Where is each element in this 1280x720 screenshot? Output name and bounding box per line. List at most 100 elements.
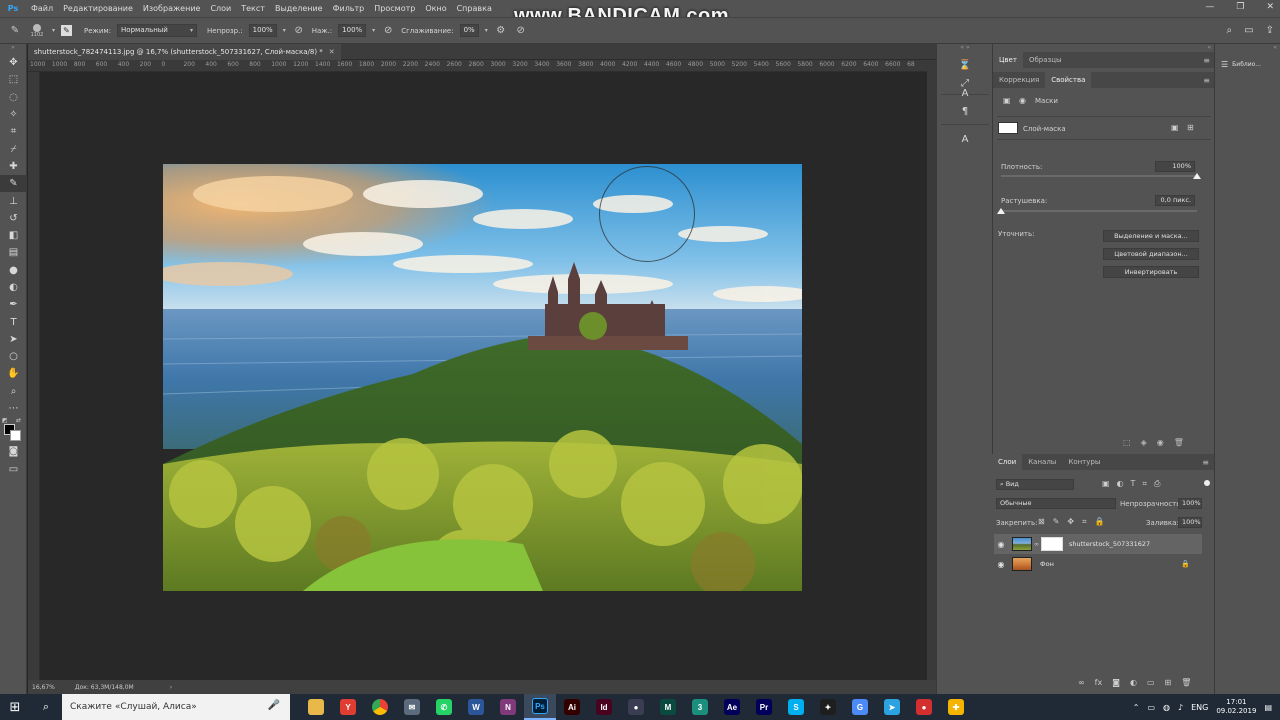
- lock-artboard-icon[interactable]: ⌗: [1082, 517, 1087, 527]
- filter-adjustment-icon[interactable]: ◐: [1117, 479, 1124, 489]
- filter-shape-icon[interactable]: ⌗: [1142, 479, 1147, 489]
- filter-toggle[interactable]: [1204, 480, 1210, 486]
- language-indicator[interactable]: ENG: [1191, 703, 1208, 712]
- menu-edit[interactable]: Редактирование: [58, 4, 138, 13]
- visibility-eye-icon[interactable]: ◉: [994, 540, 1008, 549]
- mode-select[interactable]: Нормальный ▾: [117, 24, 198, 37]
- libraries-button[interactable]: ☰ Библио...: [1221, 60, 1261, 69]
- tab-swatches[interactable]: Образцы: [1023, 52, 1068, 68]
- layer-mask-thumbnail[interactable]: [1041, 537, 1063, 551]
- type-tool-icon[interactable]: T: [0, 313, 27, 330]
- airbrush-icon[interactable]: ⊘: [381, 24, 395, 38]
- delete-mask-icon[interactable]: 🗑: [1174, 438, 1184, 447]
- layer-opacity-input[interactable]: 100%: [1178, 498, 1202, 509]
- vertical-scrollbar[interactable]: [927, 60, 936, 680]
- feather-slider-thumb[interactable]: [997, 208, 1005, 214]
- menu-help[interactable]: Справка: [452, 4, 497, 13]
- add-vector-mask-icon[interactable]: ⊞: [1187, 123, 1194, 132]
- visibility-eye-icon[interactable]: ◉: [1157, 438, 1164, 447]
- taskbar-app-yandex[interactable]: Y: [332, 694, 364, 720]
- hand-tool-icon[interactable]: ✋: [0, 365, 27, 382]
- dock-collapse-icon[interactable]: « »: [937, 44, 993, 52]
- menu-layers[interactable]: Слои: [205, 4, 236, 13]
- character-panel-icon[interactable]: A: [937, 84, 993, 102]
- panel-collapse-icon[interactable]: «: [993, 44, 1215, 52]
- blend-mode-select[interactable]: Обычные: [996, 498, 1116, 509]
- smoothing-input[interactable]: 0%: [459, 24, 479, 37]
- pressure-opacity-icon[interactable]: ⊘: [292, 24, 306, 38]
- tab-channels[interactable]: Каналы: [1022, 454, 1062, 470]
- taskbar-app-word[interactable]: W: [460, 694, 492, 720]
- menu-select[interactable]: Выделение: [270, 4, 328, 13]
- apply-mask-icon[interactable]: ◈: [1141, 438, 1147, 447]
- lasso-tool-icon[interactable]: ◌: [0, 89, 27, 106]
- dodge-tool-icon[interactable]: ◐: [0, 279, 27, 296]
- share-icon[interactable]: ⇪: [1266, 25, 1274, 36]
- taskbar-app-explorer[interactable]: [300, 694, 332, 720]
- maximize-button[interactable]: ❐: [1236, 2, 1244, 12]
- zoom-tool-icon[interactable]: ⌕: [0, 383, 27, 400]
- vector-mask-icon[interactable]: ◉: [1019, 96, 1026, 105]
- lock-transparency-icon[interactable]: ⊠: [1038, 517, 1045, 527]
- brush-tool-icon[interactable]: ✎: [8, 24, 22, 38]
- chevron-down-icon[interactable]: ▾: [485, 27, 488, 34]
- taskbar-app-app-active[interactable]: ✚: [940, 694, 972, 720]
- add-mask-icon[interactable]: ◙: [1112, 678, 1120, 687]
- menu-filter[interactable]: Фильтр: [328, 4, 370, 13]
- taskbar-app-bandicam[interactable]: ●: [908, 694, 940, 720]
- brush-tool-icon[interactable]: ✎: [0, 175, 27, 193]
- pen-tool-icon[interactable]: ✒: [0, 296, 27, 313]
- taskbar-app-browser[interactable]: G: [844, 694, 876, 720]
- mask-thumbnail[interactable]: [998, 122, 1018, 134]
- glyphs-panel-icon[interactable]: A: [937, 130, 993, 148]
- chevron-down-icon[interactable]: ▾: [52, 27, 55, 34]
- fill-input[interactable]: 100%: [1178, 517, 1202, 528]
- close-icon[interactable]: ✕: [329, 48, 335, 56]
- menu-view[interactable]: Просмотр: [369, 4, 420, 13]
- move-tool-icon[interactable]: ✥: [0, 54, 27, 71]
- paragraph-panel-icon[interactable]: ¶: [937, 102, 993, 120]
- path-select-tool-icon[interactable]: ➤: [0, 331, 27, 348]
- marquee-tool-icon[interactable]: ⬚: [0, 71, 27, 88]
- zoom-level[interactable]: 16,67%: [32, 684, 55, 691]
- default-colors-icon[interactable]: ◩: [2, 417, 8, 424]
- blur-tool-icon[interactable]: ●: [0, 262, 27, 279]
- panel-menu-icon[interactable]: ≡: [1203, 76, 1210, 85]
- load-selection-icon[interactable]: ⬚: [1123, 438, 1131, 447]
- density-input[interactable]: 100%: [1155, 161, 1195, 172]
- taskbar-app-mail[interactable]: ✉: [396, 694, 428, 720]
- filter-type-icon[interactable]: T: [1131, 479, 1136, 489]
- magic-wand-tool-icon[interactable]: ✧: [0, 106, 27, 123]
- chevron-down-icon[interactable]: ▾: [372, 27, 375, 34]
- panel-menu-icon[interactable]: ≡: [1202, 458, 1209, 467]
- taskbar-app-app3[interactable]: 3: [684, 694, 716, 720]
- background-color-swatch[interactable]: [10, 430, 21, 442]
- color-range-button[interactable]: Цветовой диапазон...: [1103, 248, 1199, 260]
- healing-tool-icon[interactable]: ✚: [0, 158, 27, 175]
- chevron-right-icon[interactable]: ›: [170, 684, 172, 691]
- document-tab[interactable]: shutterstock_782474113.jpg @ 16,7% (shut…: [28, 44, 341, 60]
- taskbar-app-illustrator[interactable]: Ai: [556, 694, 588, 720]
- network-icon[interactable]: ◍: [1163, 703, 1170, 712]
- screen-mode-icon[interactable]: ▭: [0, 461, 27, 478]
- swap-colors-icon[interactable]: ⇄: [16, 417, 21, 424]
- select-pixel-mask-icon[interactable]: ▣: [1171, 123, 1179, 132]
- close-button[interactable]: ✕: [1266, 2, 1274, 12]
- layer-name[interactable]: Фон: [1040, 560, 1054, 568]
- menu-window[interactable]: Окно: [420, 4, 451, 13]
- tab-color[interactable]: Цвет: [993, 52, 1023, 68]
- link-layers-icon[interactable]: ∞: [1078, 678, 1085, 687]
- minimize-button[interactable]: —: [1205, 2, 1214, 12]
- canvas-image[interactable]: [163, 164, 802, 591]
- notifications-icon[interactable]: ▤: [1264, 703, 1272, 712]
- taskbar-app-premiere[interactable]: Pr: [748, 694, 780, 720]
- taskbar-app-skype[interactable]: S: [780, 694, 812, 720]
- history-brush-tool-icon[interactable]: ↺: [0, 210, 27, 227]
- new-adjustment-icon[interactable]: ◐: [1130, 678, 1137, 687]
- taskbar-app-whatsapp[interactable]: ✆: [428, 694, 460, 720]
- opacity-input[interactable]: 100%: [248, 24, 277, 37]
- eraser-tool-icon[interactable]: ◧: [0, 227, 27, 244]
- chain-link-icon[interactable]: ∞: [1034, 541, 1039, 548]
- workspace-icon[interactable]: ▭: [1244, 25, 1253, 36]
- feather-slider-track[interactable]: [1001, 210, 1197, 212]
